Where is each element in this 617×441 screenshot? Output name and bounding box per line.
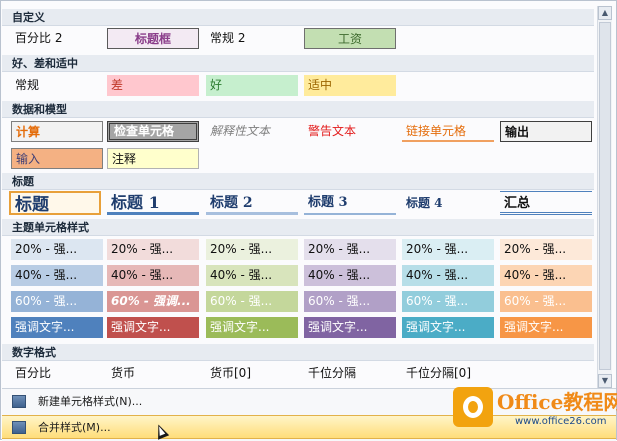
theme-60-accent4[interactable]: 60% - 强... [304,291,396,312]
style-currency-0[interactable]: 货币[0] [206,363,298,384]
theme-60-accent2[interactable]: 60% - 强调... [107,291,199,312]
theme-60-accent5[interactable]: 60% - 强... [402,291,494,312]
theme-accent5[interactable]: 强调文字... [402,317,494,338]
vertical-scrollbar[interactable]: ▲ ▼ [597,6,612,388]
theme-40-accent5[interactable]: 40% - 强... [402,265,494,286]
theme-20-accent4[interactable]: 20% - 强... [304,239,396,260]
style-calculation[interactable]: 计算 [11,121,103,142]
section-header-good-bad: 好、差和适中 [2,55,594,72]
cell-styles-gallery: 自定义 百分比 2 标题框 常规 2 工资 好、差和适中 常规 差 好 适中 数… [0,0,617,441]
theme-40-accent4[interactable]: 40% - 强... [304,265,396,286]
theme-accent4[interactable]: 强调文字... [304,317,396,338]
theme-40-accent1[interactable]: 40% - 强... [11,265,103,286]
theme-accent1[interactable]: 强调文字... [11,317,103,338]
style-heading-1[interactable]: 标题 1 [107,191,199,215]
theme-40-accent6[interactable]: 40% - 强... [500,265,592,286]
style-neutral[interactable]: 适中 [304,75,396,96]
section-header-data-model: 数据和模型 [2,101,594,118]
style-linked-cell[interactable]: 链接单元格 [402,121,494,142]
style-total[interactable]: 汇总 [500,191,592,215]
theme-accent6[interactable]: 强调文字... [500,317,592,338]
theme-40-accent2[interactable]: 40% - 强... [107,265,199,286]
theme-20-accent3[interactable]: 20% - 强... [206,239,298,260]
style-comma-0[interactable]: 千位分隔[0] [402,363,494,384]
watermark-title: Office教程网 [497,390,617,414]
style-note[interactable]: 注释 [107,148,199,169]
theme-accent2[interactable]: 强调文字... [107,317,199,338]
section-header-custom: 自定义 [2,9,594,26]
theme-60-accent6[interactable]: 60% - 强... [500,291,592,312]
style-output[interactable]: 输出 [500,121,592,142]
style-percent[interactable]: 百分比 [11,363,103,384]
scroll-thumb[interactable] [599,22,611,370]
style-heading-4[interactable]: 标题 4 [402,191,494,215]
theme-20-accent2[interactable]: 20% - 强... [107,239,199,260]
office-logo-icon [453,387,493,427]
section-header-number: 数字格式 [2,344,594,361]
theme-accent3[interactable]: 强调文字... [206,317,298,338]
watermark: Office教程网 www.office26.com [453,385,617,441]
merge-styles-label: 合并样式(M)... [38,421,111,434]
theme-20-accent5[interactable]: 20% - 强... [402,239,494,260]
style-comma[interactable]: 千位分隔 [304,363,396,384]
style-heading-2[interactable]: 标题 2 [206,191,298,215]
theme-20-accent1[interactable]: 20% - 强... [11,239,103,260]
style-good[interactable]: 好 [206,75,298,96]
style-explanatory[interactable]: 解释性文本 [206,121,298,142]
section-header-titles: 标题 [2,173,594,190]
theme-20-accent6[interactable]: 20% - 强... [500,239,592,260]
section-header-theme: 主题单元格样式 [2,219,594,236]
style-normal-2[interactable]: 常规 2 [206,28,298,49]
theme-40-accent3[interactable]: 40% - 强... [206,265,298,286]
style-percent-2[interactable]: 百分比 2 [11,28,103,49]
style-title[interactable]: 标题 [9,191,101,215]
watermark-url: www.office26.com [515,416,607,427]
style-salary[interactable]: 工资 [304,28,396,49]
style-warning[interactable]: 警告文本 [304,121,396,142]
theme-60-accent1[interactable]: 60% - 强... [11,291,103,312]
style-bad[interactable]: 差 [107,75,199,96]
new-style-icon [12,395,26,408]
theme-60-accent3[interactable]: 60% - 强... [206,291,298,312]
style-currency[interactable]: 货币 [107,363,199,384]
scroll-up-icon[interactable]: ▲ [598,6,612,20]
new-cell-style-label: 新建单元格样式(N)... [38,395,143,408]
style-check-cell[interactable]: 检查单元格 [107,121,199,142]
style-normal[interactable]: 常规 [11,75,103,96]
style-heading-3[interactable]: 标题 3 [304,191,396,215]
merge-styles-icon [12,421,26,434]
style-title-box[interactable]: 标题框 [107,28,199,49]
style-input[interactable]: 输入 [11,148,103,169]
